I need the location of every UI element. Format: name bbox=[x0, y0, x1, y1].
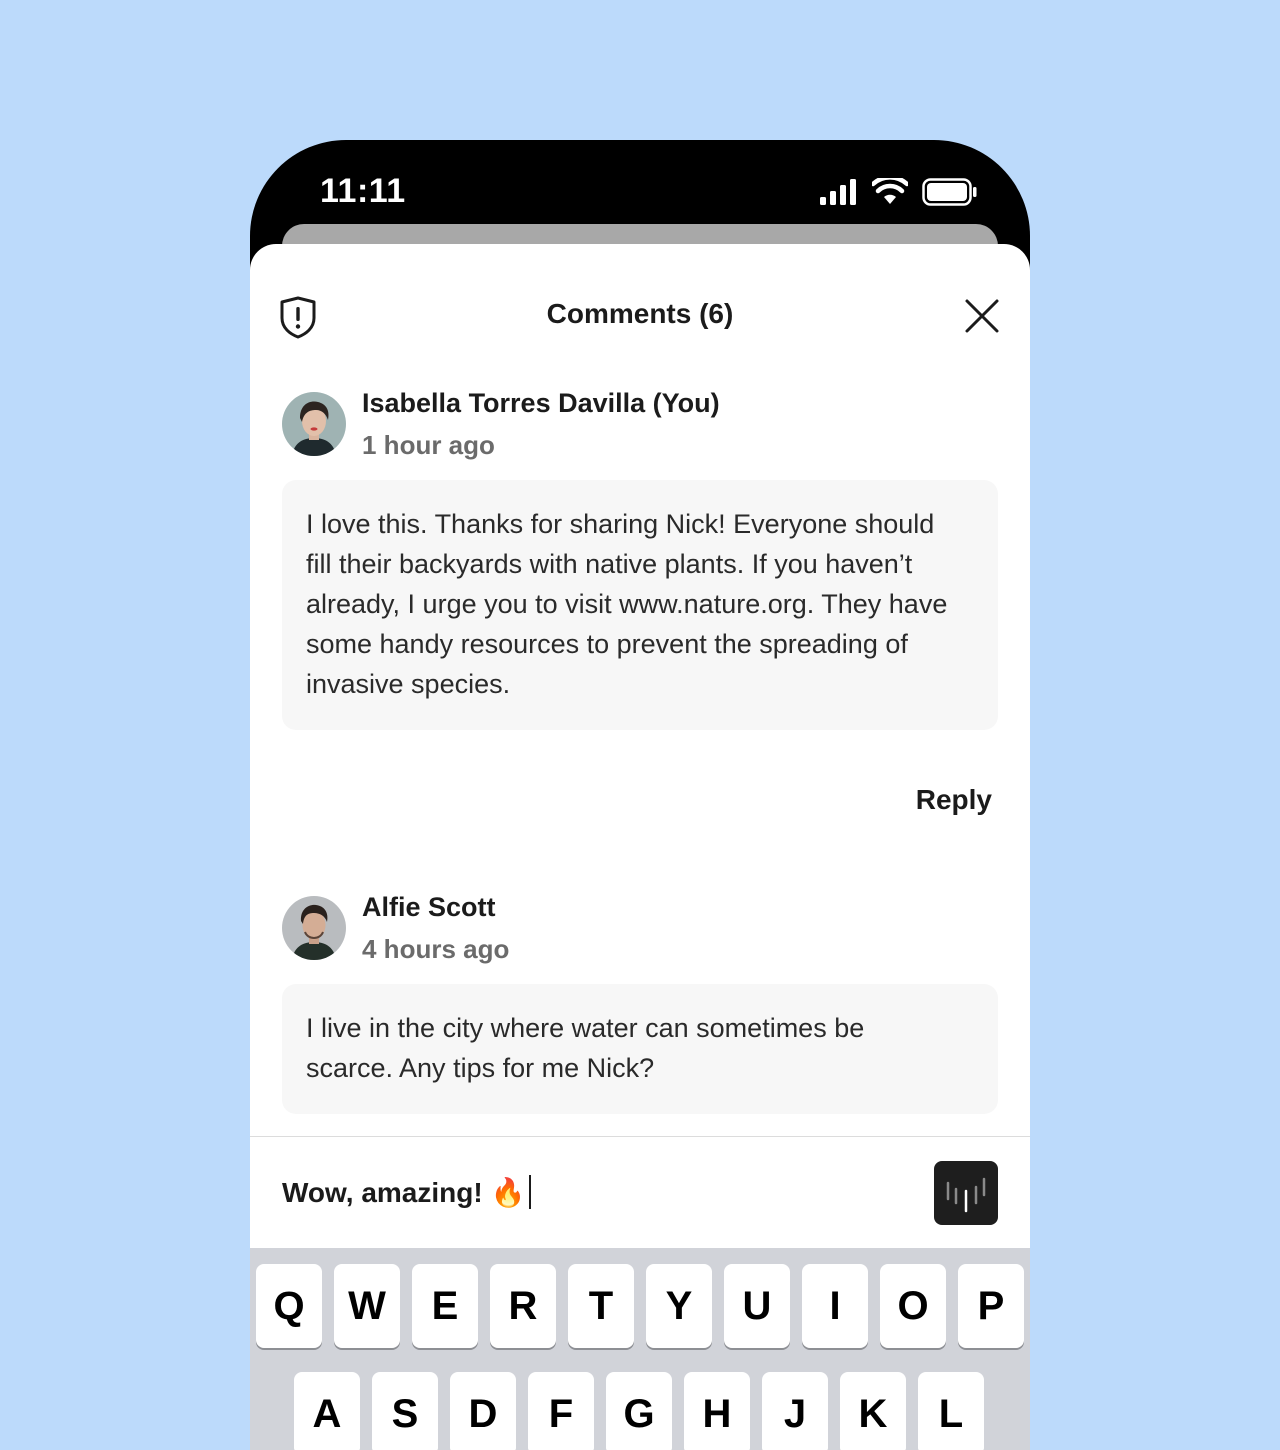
comment-input-value: Wow, amazing! 🔥 bbox=[282, 1176, 526, 1208]
key-w[interactable]: W bbox=[334, 1264, 400, 1348]
audio-waveform-icon bbox=[946, 1177, 986, 1213]
key-j[interactable]: J bbox=[762, 1372, 828, 1450]
voice-send-button[interactable] bbox=[934, 1161, 998, 1225]
key-f[interactable]: F bbox=[528, 1372, 594, 1450]
key-o[interactable]: O bbox=[880, 1264, 946, 1348]
key-t[interactable]: T bbox=[568, 1264, 634, 1348]
key-e[interactable]: E bbox=[412, 1264, 478, 1348]
close-icon[interactable] bbox=[964, 298, 1000, 334]
avatar[interactable] bbox=[282, 392, 346, 456]
key-s[interactable]: S bbox=[372, 1372, 438, 1450]
sheet-title: Comments (6) bbox=[546, 298, 734, 329]
comment-text: I love this. Thanks for sharing Nick! Ev… bbox=[282, 480, 998, 730]
comment-text: I live in the city where water can somet… bbox=[282, 984, 998, 1114]
key-l[interactable]: L bbox=[918, 1372, 984, 1450]
battery-icon bbox=[922, 178, 977, 206]
key-r[interactable]: R bbox=[490, 1264, 556, 1348]
avatar[interactable] bbox=[282, 896, 346, 960]
comments-sheet: Comments (6) Isabella Torres Davilla (Yo… bbox=[250, 244, 1030, 1450]
comment-author: Alfie Scott bbox=[362, 892, 496, 922]
key-y[interactable]: Y bbox=[646, 1264, 712, 1348]
phone-frame: 11:11 Comments (6) Isabella Torres Davil… bbox=[250, 140, 1030, 1450]
comment-composer: Wow, amazing! 🔥 bbox=[250, 1136, 1030, 1249]
status-icons bbox=[820, 178, 978, 206]
comment-time: 4 hours ago bbox=[362, 934, 510, 964]
status-time: 11:11 bbox=[320, 172, 406, 210]
keyboard: Q W E R T Y U I O P A S D F G H J K L bbox=[250, 1248, 1030, 1450]
key-i[interactable]: I bbox=[802, 1264, 868, 1348]
comment-time: 1 hour ago bbox=[362, 430, 495, 460]
key-h[interactable]: H bbox=[684, 1372, 750, 1450]
key-a[interactable]: A bbox=[294, 1372, 360, 1450]
signal-icon bbox=[820, 179, 856, 205]
wifi-icon bbox=[872, 178, 908, 204]
comment-author: Isabella Torres Davilla (You) bbox=[362, 388, 720, 418]
key-d[interactable]: D bbox=[450, 1372, 516, 1450]
key-g[interactable]: G bbox=[606, 1372, 672, 1450]
text-cursor bbox=[529, 1175, 532, 1209]
reply-button[interactable]: Reply bbox=[916, 784, 992, 816]
comment-input[interactable]: Wow, amazing! 🔥 bbox=[282, 1175, 532, 1209]
key-u[interactable]: U bbox=[724, 1264, 790, 1348]
key-p[interactable]: P bbox=[958, 1264, 1024, 1348]
key-k[interactable]: K bbox=[840, 1372, 906, 1450]
key-q[interactable]: Q bbox=[256, 1264, 322, 1348]
